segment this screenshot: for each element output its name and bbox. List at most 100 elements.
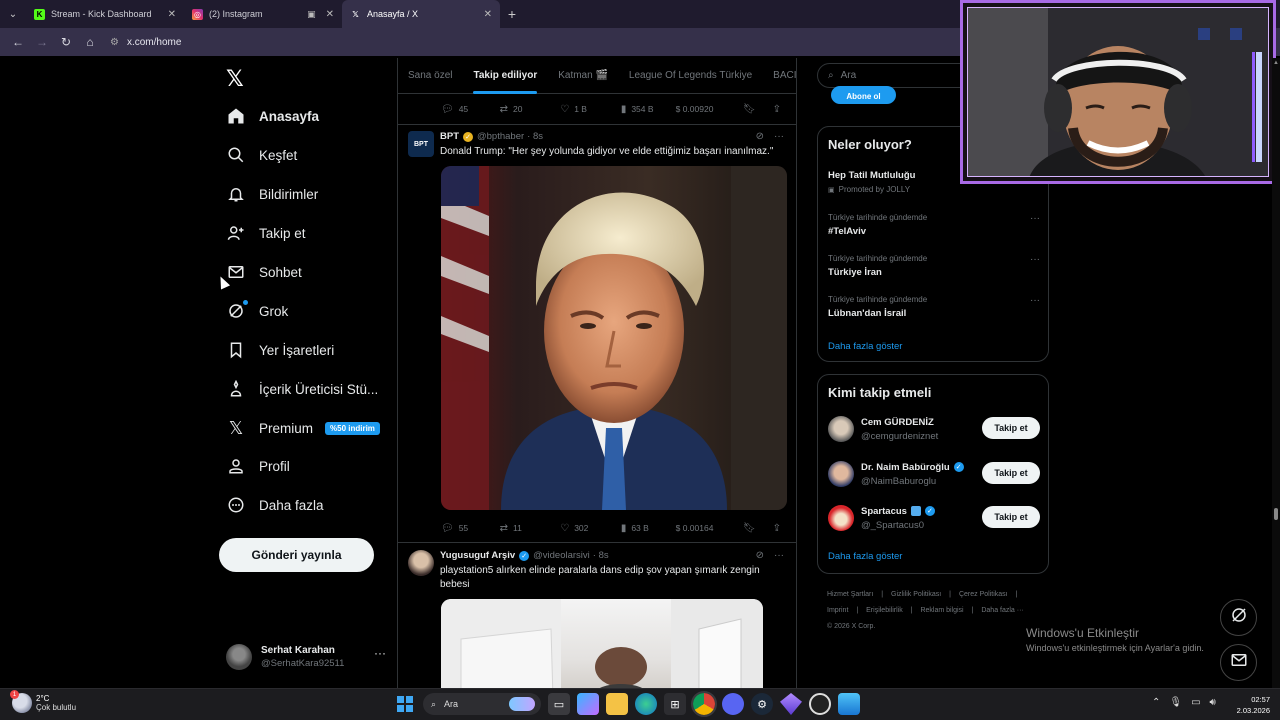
bookmark-button[interactable]: 🔖︎ bbox=[743, 104, 761, 115]
tip-button[interactable]: $ 0.00164 bbox=[676, 523, 743, 533]
footer-link[interactable]: Imprint bbox=[827, 607, 848, 614]
nav-item-creator-studio[interactable]: İçerik Üreticisi Stü... bbox=[226, 375, 378, 403]
copilot-icon[interactable] bbox=[577, 693, 599, 715]
reply-button[interactable]: 💬︎ 45 bbox=[441, 104, 500, 115]
more-options-icon[interactable]: ··· bbox=[1030, 254, 1040, 265]
more-options-icon[interactable]: ··· bbox=[774, 131, 784, 142]
footer-link[interactable]: Erişilebilirlik bbox=[866, 607, 903, 614]
like-button[interactable]: ♡ 1 B bbox=[560, 104, 621, 115]
tab-search-button[interactable]: ⌄ bbox=[0, 0, 26, 28]
discord-icon[interactable] bbox=[722, 693, 744, 715]
follow-suggestion[interactable]: Spartacus ✓ @_Spartacus0 Takip et bbox=[828, 501, 1040, 535]
crystal-app-icon[interactable] bbox=[780, 693, 802, 715]
grok-float-button[interactable] bbox=[1220, 599, 1257, 636]
like-button[interactable]: ♡ 302 bbox=[560, 523, 621, 534]
footer-link[interactable]: Reklam bilgisi bbox=[920, 607, 963, 614]
subscribe-button[interactable]: Abone ol bbox=[831, 86, 896, 104]
share-button[interactable]: ⇪ bbox=[773, 523, 786, 534]
clock[interactable]: 02:57 2.03.2026 bbox=[1232, 694, 1270, 716]
browser-tab-kick[interactable]: K Stream - Kick Dashboard ✕ bbox=[26, 0, 184, 28]
grok-icon[interactable]: ⊘ bbox=[756, 131, 764, 142]
author-name[interactable]: Yugusuguf Arşiv bbox=[440, 550, 515, 561]
nav-item-bookmarks[interactable]: Yer İşaretleri bbox=[226, 336, 334, 364]
close-tab-icon[interactable]: ✕ bbox=[326, 9, 334, 20]
account-switcher[interactable]: Serhat Karahan @SerhatKara92511 ··· bbox=[226, 642, 386, 672]
more-options-icon[interactable]: ··· bbox=[1030, 295, 1040, 306]
follow-suggestion[interactable]: Dr. Naim Babüroğlu ✓ @NaimBaburoglu Takip… bbox=[828, 457, 1040, 491]
follow-suggestion[interactable]: Cem GÜRDENİZ @cemgurdeniznet Takip et bbox=[828, 412, 1040, 446]
show-more-link[interactable]: Daha fazla göster bbox=[828, 341, 902, 352]
nav-item-follow[interactable]: Takip et bbox=[226, 219, 306, 247]
nav-item-grok[interactable]: Grok bbox=[226, 297, 288, 325]
photos-icon[interactable] bbox=[838, 693, 860, 715]
tab-following[interactable]: Takip ediliyor bbox=[473, 58, 537, 94]
repost-button[interactable]: ⇄ 20 bbox=[500, 104, 561, 115]
scrollbar-thumb[interactable] bbox=[1274, 508, 1278, 520]
task-view-icon[interactable]: ▭ bbox=[548, 693, 570, 715]
tab-media-icon[interactable]: ▣ bbox=[307, 9, 316, 20]
tab-league-of-legends[interactable]: League Of Legends Türkiye bbox=[629, 58, 752, 94]
nav-item-profile[interactable]: Profil bbox=[226, 452, 290, 480]
views-button[interactable]: ▮ 63 B bbox=[621, 523, 676, 534]
windows-start-icon[interactable] bbox=[394, 693, 416, 715]
nav-item-more[interactable]: Daha fazla bbox=[226, 491, 324, 519]
new-tab-button[interactable]: + bbox=[500, 6, 524, 22]
tab-katman[interactable]: Katman 🎬 bbox=[558, 58, 608, 94]
weather-widget[interactable]: 1 2°C Çok bulutlu bbox=[10, 690, 76, 713]
nav-item-notifications[interactable]: Bildirimler bbox=[226, 180, 318, 208]
steam-icon[interactable]: ⚙ bbox=[751, 693, 773, 715]
tweet-time[interactable]: · 8s bbox=[593, 550, 609, 561]
back-arrow-icon[interactable]: ← bbox=[6, 35, 30, 49]
tab-for-you[interactable]: Sana özel bbox=[408, 58, 452, 94]
obs-icon[interactable] bbox=[809, 693, 831, 715]
trend-item[interactable]: Türkiye tarihinde gündemde #TelAviv ··· bbox=[828, 213, 1040, 237]
views-button[interactable]: ▮ 354 B bbox=[621, 104, 676, 115]
file-explorer-icon[interactable] bbox=[606, 693, 628, 715]
bookmark-button[interactable]: 🔖︎ bbox=[743, 523, 761, 534]
tweet-time[interactable]: · 8s bbox=[527, 131, 543, 142]
more-options-icon[interactable]: ··· bbox=[374, 646, 386, 660]
messages-float-button[interactable] bbox=[1220, 644, 1257, 681]
share-button[interactable]: ⇪ bbox=[773, 104, 786, 115]
footer-link[interactable]: Çerez Politikası bbox=[959, 591, 1008, 598]
nav-item-chat[interactable]: Sohbet bbox=[226, 258, 302, 286]
scroll-up-icon[interactable]: ▲ bbox=[1273, 60, 1279, 66]
footer-link[interactable]: Gizlilik Politikası bbox=[891, 591, 941, 598]
chrome-icon[interactable] bbox=[691, 691, 717, 717]
trend-item[interactable]: Türkiye tarihinde gündemde Türkiye İran … bbox=[828, 254, 1040, 278]
speaker-icon[interactable]: 🔊︎ bbox=[1210, 697, 1216, 708]
display-icon[interactable]: ▭ bbox=[1191, 697, 1200, 708]
edge-icon[interactable] bbox=[635, 693, 657, 715]
page-scrollbar[interactable]: ▲ bbox=[1272, 58, 1280, 688]
repost-button[interactable]: ⇄ 11 bbox=[500, 523, 561, 534]
avatar[interactable] bbox=[408, 550, 434, 576]
home-button-icon[interactable]: ⌂ bbox=[78, 35, 102, 49]
site-info-icon[interactable]: ⚙ bbox=[110, 37, 119, 48]
chevron-up-icon[interactable]: ⌃ bbox=[1152, 697, 1160, 708]
trend-item[interactable]: Türkiye tarihinde gündemde Lübnan'dan İs… bbox=[828, 295, 1040, 319]
tweet[interactable]: Yugusuguf Arşiv ✓ @videolarsivi · 8s ⊘ ·… bbox=[398, 544, 796, 688]
reload-icon[interactable]: ↻ bbox=[54, 35, 78, 49]
reply-button[interactable]: 💬︎ 55 bbox=[441, 523, 500, 534]
author-handle[interactable]: @bpthaber bbox=[477, 131, 524, 142]
tab-bacii[interactable]: BACII bbox=[773, 58, 796, 94]
author-handle[interactable]: @videolarsivi bbox=[533, 550, 590, 561]
follow-button[interactable]: Takip et bbox=[982, 417, 1040, 439]
footer-link[interactable]: Hizmet Şartları bbox=[827, 591, 873, 598]
microphone-icon[interactable]: 🎙︎ bbox=[1169, 697, 1182, 708]
author-name[interactable]: BPT bbox=[440, 131, 459, 142]
nav-item-premium[interactable]: 𝕏 Premium %50 indirim bbox=[226, 414, 380, 442]
store-icon[interactable]: ⊞ bbox=[664, 693, 686, 715]
tip-button[interactable]: $ 0.00920 bbox=[676, 104, 743, 114]
post-button[interactable]: Gönderi yayınla bbox=[219, 538, 374, 572]
close-tab-icon[interactable]: ✕ bbox=[168, 9, 176, 20]
footer-link[interactable]: Daha fazla ··· bbox=[981, 607, 1023, 614]
url-field[interactable]: ⚙ x.com/home bbox=[110, 37, 181, 48]
follow-button[interactable]: Takip et bbox=[982, 462, 1040, 484]
forward-arrow-icon[interactable]: → bbox=[30, 35, 54, 49]
browser-tab-x[interactable]: 𝕏 Anasayfa / X ✕ bbox=[342, 0, 500, 28]
taskbar-search[interactable]: ⌕ Ara bbox=[423, 693, 541, 715]
x-logo-icon[interactable]: 𝕏 bbox=[226, 66, 244, 92]
more-options-icon[interactable]: ··· bbox=[1030, 213, 1040, 224]
avatar[interactable]: BPT bbox=[408, 131, 434, 157]
